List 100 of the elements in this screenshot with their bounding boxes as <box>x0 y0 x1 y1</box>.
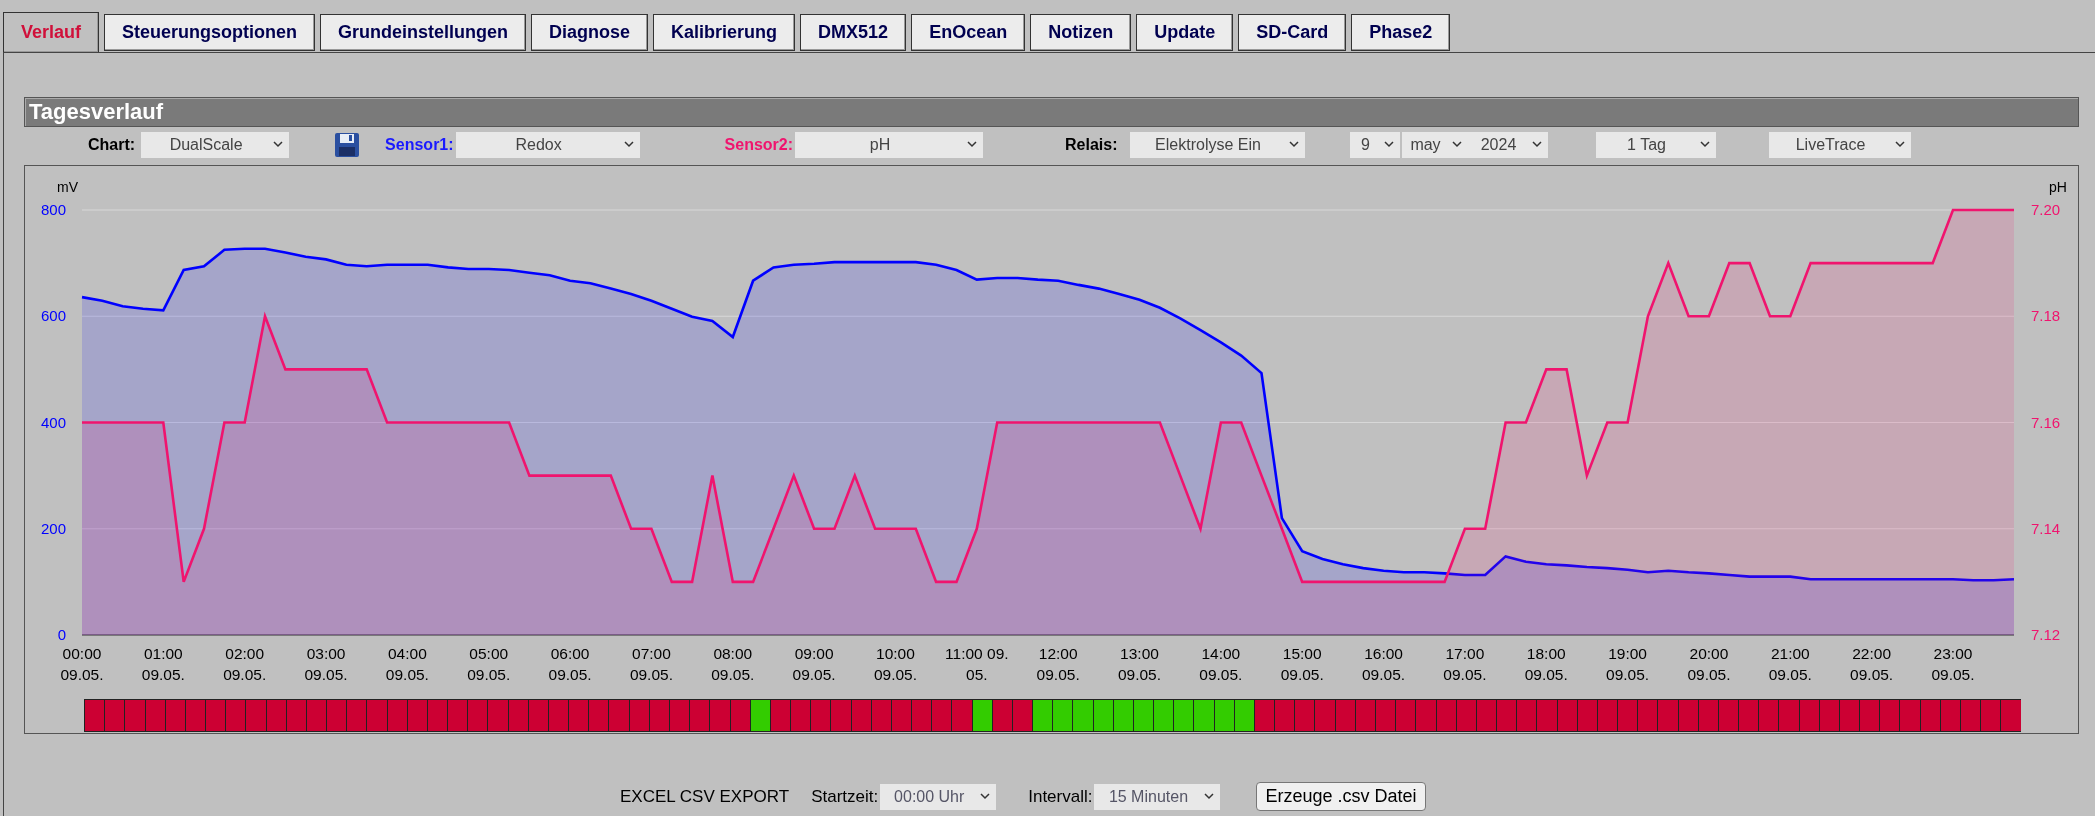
axis-tick-label: 09.05. <box>873 666 918 683</box>
axis-tick-label: 09.05. <box>792 666 836 683</box>
tab[interactable]: Phase2 <box>1351 14 1451 51</box>
chevron-icon <box>1288 140 1299 148</box>
axis-tick-label: 7.18 <box>2031 307 2061 325</box>
axis-tick-label: 09.05. <box>1524 666 1568 683</box>
axis-tick-label: 200 <box>40 519 66 537</box>
axis-tick-label: 09.05. <box>60 666 104 683</box>
axis-tick-label: 02:00 <box>225 645 265 662</box>
sensor-select[interactable]: Redox <box>455 132 640 158</box>
axis-tick-label: 09.05. <box>548 666 592 683</box>
axis-tick-label: 09.05. <box>1768 666 1812 683</box>
axis-tick-label: 01:00 <box>143 645 183 662</box>
axis-tick-label: 09.05. <box>223 666 267 683</box>
chevron-icon <box>1204 791 1215 800</box>
axis-tick-label: 09.05. <box>1362 666 1406 683</box>
chevron-icon <box>623 140 634 148</box>
axis-tick-label: 7.14 <box>2031 519 2061 537</box>
mode-select[interactable]: LiveTrace <box>1768 132 1911 158</box>
chevron-icon <box>1451 140 1462 148</box>
year-select[interactable]: 2024 <box>1467 132 1548 158</box>
interval-select[interactable]: 15 Minuten <box>1094 783 1221 810</box>
axis-tick-label: 09.05. <box>1036 666 1080 683</box>
axis-tick-label: 11:00 09. <box>945 645 1009 662</box>
chevron-icon <box>1699 140 1710 148</box>
axis-tick-label: 800 <box>40 201 66 218</box>
axis-tick-label: 07:00 <box>632 645 671 662</box>
axis-tick-label: 09.05. <box>385 666 429 683</box>
tab[interactable]: Notizen <box>1030 14 1132 51</box>
axis-tick-label: 17:00 <box>1445 645 1485 662</box>
tab[interactable]: EnOcean <box>911 14 1026 51</box>
axis-tick-label: 04:00 <box>388 645 427 662</box>
start-time-select[interactable]: 00:00 Uhr <box>880 783 997 810</box>
axis-title: pH <box>2049 179 2067 195</box>
field-label: Chart: <box>88 136 136 154</box>
axis-tick-label: 14:00 <box>1201 645 1241 662</box>
axis-tick-label: 08:00 <box>713 645 753 662</box>
chevron-icon <box>273 140 284 148</box>
field-label: Startzeit: <box>811 786 879 807</box>
axis-tick-label: 22:00 <box>1852 645 1892 662</box>
axis-tick-label: 00:00 <box>62 645 102 662</box>
tab[interactable]: Steuerungsoptionen <box>104 14 316 51</box>
axis-tick-label: 09:00 <box>794 645 834 662</box>
axis-tick-label: 7.16 <box>2031 413 2061 431</box>
axis-tick-label: 19:00 <box>1608 645 1647 662</box>
export-title: EXCEL CSV EXPORT <box>620 786 790 807</box>
axis-tick-label: 16:00 <box>1364 645 1403 662</box>
save-icon[interactable] <box>334 132 361 158</box>
chevron-icon <box>1383 140 1394 148</box>
axis-tick-label: 13:00 <box>1120 645 1159 662</box>
axis-tick-label: 09.05. <box>1687 666 1731 683</box>
field-label: Sensor1: <box>385 136 454 154</box>
tab[interactable]: Kalibrierung <box>653 14 796 51</box>
axis-tick-label: 09.05. <box>1850 666 1894 683</box>
export-button[interactable]: Erzeuge .csv Datei <box>1256 782 1426 811</box>
chevron-icon <box>1894 140 1905 148</box>
axis-tick-label: 10:00 <box>876 645 915 662</box>
axis-tick-label: 7.20 <box>2031 201 2061 218</box>
axis-tick-label: 06:00 <box>550 645 590 662</box>
axis-tick-label: 23:00 <box>1933 645 1973 662</box>
sensor-select[interactable]: pH <box>795 132 984 158</box>
axis-tick-label: 09.05. <box>1443 666 1487 683</box>
axis-tick-label: 09.05. <box>711 666 755 683</box>
axis-tick-label: 18:00 <box>1526 645 1566 662</box>
section-title: Tagesverlauf <box>24 97 2079 127</box>
axis-tick-label: 09.05. <box>467 666 511 683</box>
axis-tick-label: 20:00 <box>1689 645 1729 662</box>
axis-tick-label: 09.05. <box>1931 666 1975 683</box>
tab[interactable]: Update <box>1136 14 1234 51</box>
tab[interactable]: Diagnose <box>531 14 649 51</box>
field-label: Sensor2: <box>724 136 794 154</box>
axis-tick-label: 09.05. <box>141 666 185 683</box>
field-label: Intervall: <box>1028 786 1093 807</box>
chart-type-select[interactable]: DualScale <box>141 132 290 158</box>
axis-tick-label: 05. <box>966 666 988 683</box>
axis-tick-label: 600 <box>40 307 66 325</box>
day-select[interactable]: 9 <box>1349 132 1400 158</box>
field-label: Relais: <box>1065 136 1118 154</box>
axis-tick-label: 09.05. <box>304 666 348 683</box>
axis-tick-label: 03:00 <box>306 645 346 662</box>
tab[interactable]: DMX512 <box>800 14 907 51</box>
range-select[interactable]: 1 Tag <box>1595 132 1716 158</box>
axis-tick-label: 09.05. <box>1199 666 1243 683</box>
chevron-icon <box>980 791 991 800</box>
axis-tick-label: 09.05. <box>629 666 673 683</box>
axis-tick-label: 0 <box>57 626 66 643</box>
axis-tick-label: 15:00 <box>1282 645 1322 662</box>
axis-tick-label: 7.12 <box>2031 626 2061 643</box>
tab[interactable]: Grundeinstellungen <box>320 14 527 51</box>
axis-tick-label: 09.05. <box>1280 666 1324 683</box>
chevron-icon <box>967 140 978 148</box>
axis-title: mV <box>57 179 78 195</box>
chevron-icon <box>1531 140 1542 148</box>
tab[interactable]: SD-Card <box>1238 14 1347 51</box>
axis-tick-label: 12:00 <box>1038 645 1078 662</box>
axis-tick-label: 09.05. <box>1606 666 1650 683</box>
month-select[interactable]: may <box>1401 132 1468 158</box>
axis-tick-label: 09.05. <box>1117 666 1162 683</box>
relay-select[interactable]: Elektrolyse Ein <box>1129 132 1305 158</box>
axis-tick-label: 400 <box>40 413 66 431</box>
